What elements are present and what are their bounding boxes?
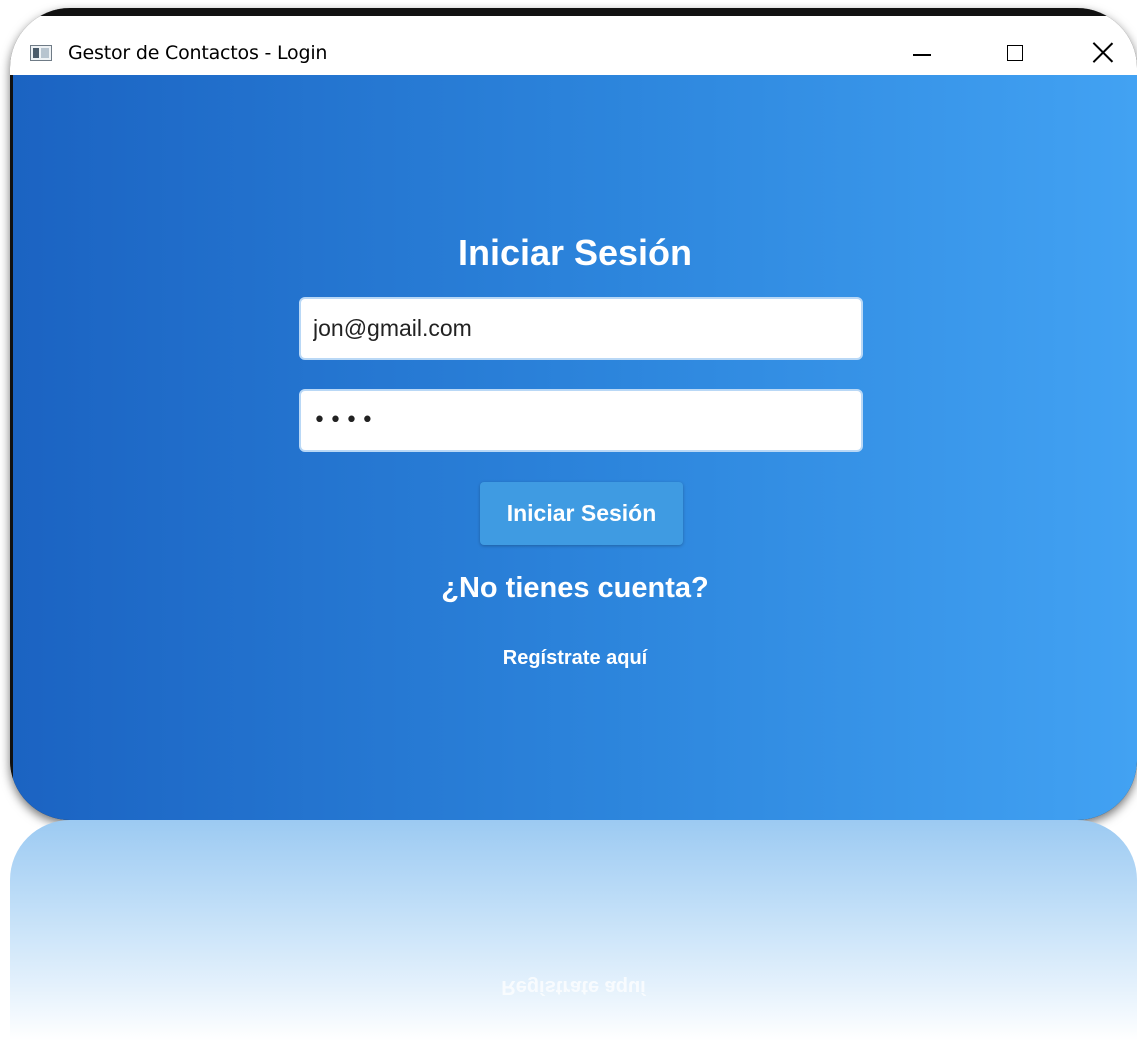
login-panel: Iniciar Sesión Iniciar Sesión ¿No tienes… bbox=[10, 75, 1137, 820]
no-account-text: ¿No tienes cuenta? bbox=[441, 572, 709, 604]
app-window: Gestor de Contactos - Login Iniciar Sesi… bbox=[10, 8, 1137, 820]
minimize-icon bbox=[913, 54, 931, 56]
close-icon bbox=[1090, 40, 1116, 66]
app-icon bbox=[30, 45, 52, 61]
email-field[interactable] bbox=[299, 297, 863, 360]
login-heading: Iniciar Sesión bbox=[457, 232, 693, 273]
reflection-register-text: Regístrate aquí bbox=[501, 976, 646, 998]
maximize-icon bbox=[1007, 45, 1023, 61]
window-reflection: Regístrate aquí bbox=[10, 820, 1137, 1041]
register-link[interactable]: Regístrate aquí bbox=[13, 647, 1137, 670]
login-button[interactable]: Iniciar Sesión bbox=[480, 482, 683, 545]
window-title: Gestor de Contactos - Login bbox=[68, 42, 328, 64]
title-bar[interactable]: Gestor de Contactos - Login bbox=[10, 8, 1137, 75]
password-field[interactable] bbox=[299, 389, 863, 452]
